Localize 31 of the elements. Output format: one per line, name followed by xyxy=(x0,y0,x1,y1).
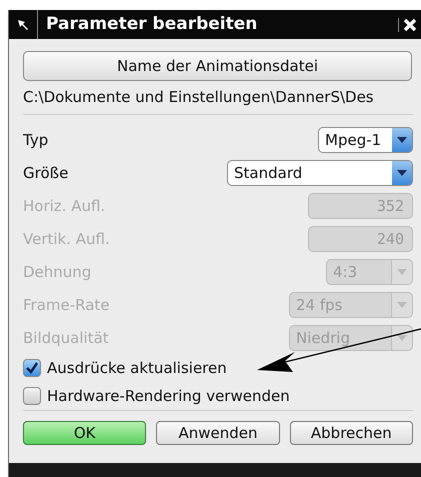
dialog-button[interactable]: Abbrechen xyxy=(290,421,413,445)
dropdown[interactable]: Standard xyxy=(227,160,413,186)
checkbox[interactable] xyxy=(23,387,41,405)
file-name-button[interactable]: Name der Animationsdatei xyxy=(23,51,412,81)
caret-icon xyxy=(392,160,412,184)
caret-icon xyxy=(391,260,412,284)
dropdown-value: Standard xyxy=(233,164,304,182)
caret-icon xyxy=(391,326,412,350)
window-title: Parameter bearbeiten xyxy=(37,10,390,39)
close-icon[interactable] xyxy=(398,18,417,32)
dialog-button[interactable]: OK xyxy=(23,421,146,445)
dropdown-value: 24 fps xyxy=(295,296,344,314)
dropdown-value: Niedrig xyxy=(295,328,351,346)
checkbox[interactable] xyxy=(23,359,41,377)
field-label: Vertik. Aufl. xyxy=(23,230,110,248)
checkbox-label: Ausdrücke aktualisieren xyxy=(47,359,227,377)
dropdown-value: Mpeg-1 xyxy=(324,130,382,148)
dropdown[interactable]: Mpeg-1 xyxy=(318,126,413,152)
field-label: Bildqualität xyxy=(23,328,109,346)
field-label: Horiz. Aufl. xyxy=(23,196,106,214)
checkbox-label: Hardware-Rendering verwenden xyxy=(47,387,290,405)
caret-icon xyxy=(392,128,412,152)
field-label: Typ xyxy=(23,130,48,148)
dialog-button[interactable]: Anwenden xyxy=(156,421,280,445)
pin-icon[interactable] xyxy=(17,18,29,30)
field-label: Größe xyxy=(23,164,68,182)
field-label: Dehnung xyxy=(23,262,92,280)
dropdown-value: 4:3 xyxy=(332,262,358,280)
caret-icon xyxy=(391,292,412,316)
file-path: C:\Dokumente und Einstellungen\DannerS\Des xyxy=(23,88,375,106)
field-label: Frame-Rate xyxy=(23,296,110,314)
